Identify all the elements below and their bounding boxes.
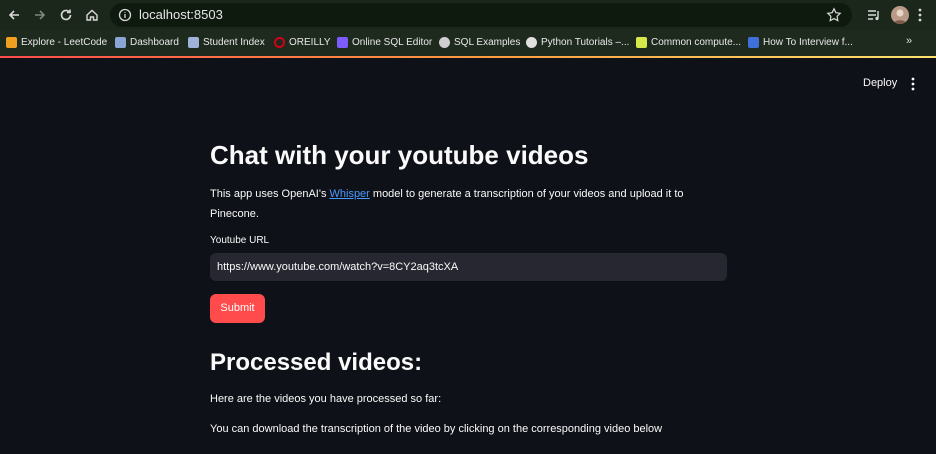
intro-text: This app uses OpenAI's Whisper model to …: [210, 184, 720, 224]
bookmarks-bar: Explore - LeetCode Dashboard Student Ind…: [0, 30, 936, 54]
processed-videos-heading: Processed videos:: [210, 349, 423, 376]
media-controls-icon[interactable]: [866, 7, 882, 23]
bookmark-python-tutorials[interactable]: Python Tutorials –...: [526, 35, 629, 49]
main-menu-icon[interactable]: [910, 77, 916, 91]
reload-icon[interactable]: [56, 5, 76, 25]
python-icon: [526, 36, 537, 48]
youtube-url-label: Youtube URL: [210, 235, 270, 246]
common-compute-icon: [636, 36, 647, 48]
info-icon[interactable]: [118, 8, 132, 22]
sql-editor-icon: [337, 36, 348, 48]
bookmark-leetcode[interactable]: Explore - LeetCode: [6, 35, 107, 49]
deploy-button[interactable]: Deploy: [863, 77, 897, 89]
globe-icon: [439, 36, 450, 48]
profile-avatar[interactable]: [891, 6, 909, 24]
bookmark-student-index[interactable]: Student Index: [188, 35, 265, 49]
bookmark-star-icon[interactable]: [826, 7, 842, 23]
back-icon[interactable]: [4, 5, 24, 25]
address-text[interactable]: localhost:8503: [139, 7, 223, 23]
processed-videos-text: Here are the videos you have processed s…: [210, 393, 442, 405]
bookmark-sql-editor[interactable]: Online SQL Editor: [337, 35, 432, 49]
bookmark-label: Student Index: [203, 36, 265, 48]
download-instructions: You can download the transcription of th…: [210, 423, 663, 435]
youtube-url-input[interactable]: https://www.youtube.com/watch?v=8CY2aq3t…: [210, 253, 727, 281]
bookmark-label: Dashboard: [130, 36, 179, 48]
bookmark-label: Online SQL Editor: [352, 36, 433, 48]
page-title: Chat with your youtube videos: [210, 140, 589, 170]
browser-toolbar: localhost:8503: [0, 0, 936, 30]
student-index-icon: [188, 36, 199, 48]
bookmark-oreilly[interactable]: OREILLY: [274, 35, 331, 49]
submit-button[interactable]: Submit: [210, 294, 265, 323]
home-icon[interactable]: [82, 5, 102, 25]
bookmark-interview[interactable]: How To Interview f...: [748, 35, 853, 49]
interview-icon: [748, 36, 759, 48]
bookmark-sql-examples[interactable]: SQL Examples: [439, 35, 520, 49]
bookmark-label: Explore - LeetCode: [21, 36, 108, 48]
bookmark-dashboard[interactable]: Dashboard: [115, 35, 179, 49]
forward-icon[interactable]: [30, 5, 50, 25]
intro-text-start: This app uses OpenAI's: [210, 188, 330, 200]
leetcode-icon: [6, 36, 17, 48]
bookmark-common-compute[interactable]: Common compute...: [636, 35, 741, 49]
more-bookmarks-button[interactable]: »: [906, 35, 912, 47]
address-bar[interactable]: localhost:8503: [110, 3, 852, 27]
bookmark-label: Common compute...: [651, 36, 742, 48]
browser-chrome: localhost:8503 Explore - LeetCode Dashbo…: [0, 0, 936, 58]
bookmark-label: OREILLY: [289, 36, 331, 48]
bookmark-label: Python Tutorials –...: [541, 36, 630, 48]
whisper-link[interactable]: Whisper: [330, 188, 370, 200]
browser-menu-icon[interactable]: [917, 7, 923, 23]
oreilly-icon: [274, 36, 285, 48]
bookmark-label: SQL Examples: [454, 36, 521, 48]
bookmark-label: How To Interview f...: [763, 36, 853, 48]
dashboard-icon: [115, 36, 126, 48]
app-header: Deploy: [0, 58, 936, 108]
